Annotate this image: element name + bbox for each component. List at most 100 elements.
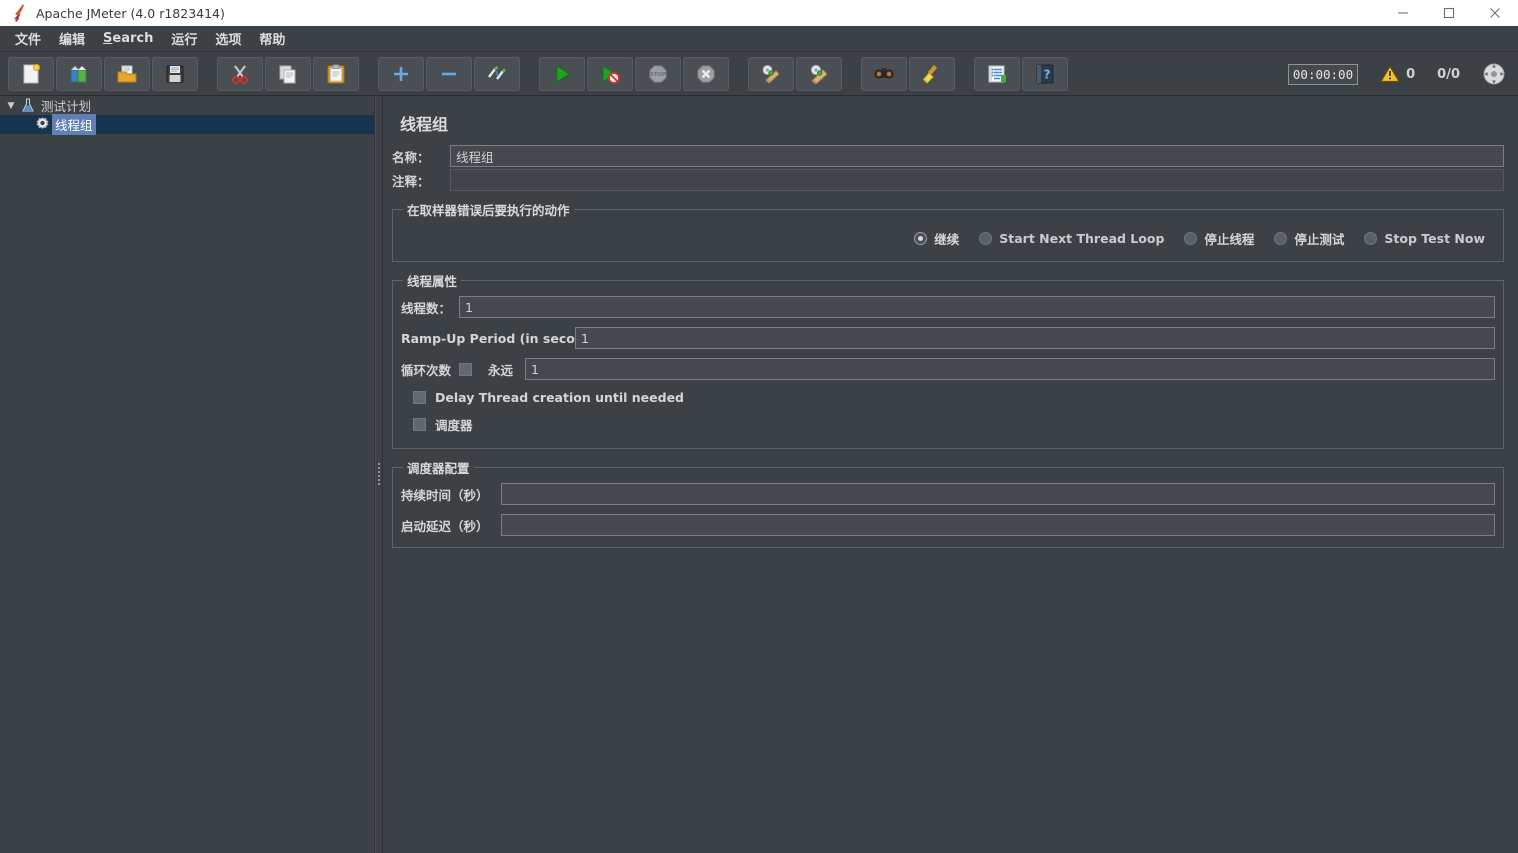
elapsed-timer: 00:00:00	[1288, 64, 1358, 85]
radio-start-next-thread-loop-label: Start Next Thread Loop	[999, 231, 1164, 246]
copy-icon[interactable]	[265, 57, 311, 91]
main-split: ▼ 测试计划 线程组 线程组	[0, 96, 1518, 853]
collapse-icon[interactable]	[426, 57, 472, 91]
thread-group-editor: 线程组 名称： 线程组 注释： 在取样器错误后要执行的动作 继续 Start N…	[384, 96, 1518, 853]
warning-count: 0	[1406, 67, 1415, 82]
scheduler-row[interactable]: 调度器	[401, 410, 1495, 439]
comment-input[interactable]	[450, 169, 1504, 191]
maximize-icon[interactable]	[1426, 0, 1472, 26]
thread-group-icon	[32, 117, 52, 132]
window-controls	[1380, 0, 1518, 26]
jmeter-feather-icon	[6, 0, 32, 26]
comment-row: 注释：	[392, 169, 1504, 191]
close-icon[interactable]	[1472, 0, 1518, 26]
search-icon[interactable]	[861, 57, 907, 91]
paste-icon[interactable]	[313, 57, 359, 91]
split-grip	[378, 461, 381, 489]
new-icon[interactable]	[8, 57, 54, 91]
radio-continue-label: 继续	[934, 229, 959, 248]
svg-text:?: ?	[1044, 67, 1051, 81]
warning-indicator[interactable]: 0	[1380, 65, 1415, 83]
svg-text:STOP: STOP	[650, 72, 666, 78]
title-bar: Apache JMeter (4.0 r1823414)	[0, 0, 1518, 26]
start-icon[interactable]	[539, 57, 585, 91]
forever-label: 永远	[488, 360, 525, 379]
help-icon[interactable]: ?	[1022, 57, 1068, 91]
rampup-input[interactable]: 1	[575, 327, 1495, 349]
radio-stop-test-now[interactable]: Stop Test Now	[1364, 231, 1485, 246]
toolbar-group-search	[861, 57, 957, 91]
clear-all-icon[interactable]	[796, 57, 842, 91]
page-title: 线程组	[400, 111, 1504, 135]
menu-item-help[interactable]: 帮助	[250, 26, 294, 51]
name-input[interactable]: 线程组	[450, 145, 1504, 167]
radio-stop-thread-label: 停止线程	[1204, 229, 1254, 248]
toolbar-group-tree	[378, 57, 522, 91]
split-divider[interactable]	[375, 96, 383, 853]
radio-stop-test-label: 停止测试	[1294, 229, 1344, 248]
radio-continue[interactable]: 继续	[914, 229, 959, 248]
menu-item-run[interactable]: 运行	[162, 26, 206, 51]
menu-bar: 文件 编辑 Search 运行 选项 帮助	[0, 26, 1518, 52]
duration-row: 持续时间（秒）	[401, 483, 1495, 505]
delay-thread-creation-row[interactable]: Delay Thread creation until needed	[401, 385, 1495, 410]
startup-delay-input[interactable]	[501, 514, 1495, 536]
startup-delay-label: 启动延迟（秒）	[401, 516, 501, 535]
test-plan-tree[interactable]: ▼ 测试计划 线程组	[0, 96, 375, 853]
templates-icon[interactable]	[56, 57, 102, 91]
radio-stop-thread[interactable]: 停止线程	[1184, 229, 1254, 248]
toolbar-status-area: 00:00:00 0 0/0	[1288, 52, 1506, 96]
forever-checkbox-box[interactable]	[459, 363, 472, 376]
window-title: Apache JMeter (4.0 r1823414)	[36, 6, 225, 21]
delay-thread-creation-checkbox[interactable]	[413, 391, 426, 404]
thread-properties-legend: 线程属性	[403, 271, 461, 290]
expand-icon[interactable]	[378, 57, 424, 91]
toolbar-group-clear	[748, 57, 844, 91]
clear-icon[interactable]	[748, 57, 794, 91]
radio-stop-test[interactable]: 停止测试	[1274, 229, 1344, 248]
open-icon[interactable]	[104, 57, 150, 91]
menu-item-search-rest: earch	[112, 31, 153, 46]
duration-input[interactable]	[501, 483, 1495, 505]
radio-stop-thread-dot[interactable]	[1184, 232, 1197, 245]
shutdown-icon[interactable]	[683, 57, 729, 91]
radio-stop-test-now-label: Stop Test Now	[1384, 231, 1485, 246]
minimize-icon[interactable]	[1380, 0, 1426, 26]
scheduler-checkbox[interactable]	[413, 418, 426, 431]
tree-node-thread-group-label: 线程组	[52, 114, 96, 135]
menu-item-file[interactable]: 文件	[6, 26, 50, 51]
comment-label: 注释：	[392, 171, 450, 190]
function-helper-icon[interactable]	[974, 57, 1020, 91]
threads-input[interactable]: 1	[459, 296, 1495, 318]
forever-checkbox[interactable]	[459, 363, 481, 376]
radio-continue-dot[interactable]	[914, 232, 927, 245]
start-no-timers-icon[interactable]	[587, 57, 633, 91]
tree-node-thread-group[interactable]: 线程组	[0, 115, 374, 134]
menu-item-edit[interactable]: 编辑	[50, 26, 94, 51]
radio-stop-test-now-dot[interactable]	[1364, 232, 1377, 245]
scheduler-label: 调度器	[435, 415, 473, 434]
rampup-label: Ramp-Up Period (in seconds):	[401, 331, 575, 346]
warning-triangle-icon	[1380, 65, 1400, 83]
name-label: 名称：	[392, 147, 450, 166]
test-plan-icon	[18, 98, 38, 113]
menu-item-options[interactable]: 选项	[206, 26, 250, 51]
toolbar-group-run: STOP	[539, 57, 731, 91]
radio-start-next-thread-loop[interactable]: Start Next Thread Loop	[979, 231, 1164, 246]
radio-start-next-thread-loop-dot[interactable]	[979, 232, 992, 245]
save-icon[interactable]	[152, 57, 198, 91]
cut-icon[interactable]	[217, 57, 263, 91]
thread-properties-group: 线程属性 线程数： 1 Ramp-Up Period (in seconds):…	[392, 271, 1504, 449]
error-action-radios: 继续 Start Next Thread Loop 停止线程 停止测试 Stop…	[401, 223, 1495, 252]
delay-thread-creation-label: Delay Thread creation until needed	[435, 390, 684, 405]
toggle-icon[interactable]	[474, 57, 520, 91]
radio-stop-test-dot[interactable]	[1274, 232, 1287, 245]
loop-count-row: 循环次数 永远 1	[401, 358, 1495, 380]
search-reset-icon[interactable]	[909, 57, 955, 91]
menu-item-search[interactable]: Search	[94, 28, 162, 49]
tree-node-test-plan[interactable]: ▼ 测试计划	[0, 96, 374, 115]
loop-count-input[interactable]: 1	[525, 358, 1495, 380]
chevron-down-icon[interactable]: ▼	[4, 101, 18, 111]
stop-icon[interactable]: STOP	[635, 57, 681, 91]
remote-connection-icon[interactable]	[1482, 62, 1506, 86]
